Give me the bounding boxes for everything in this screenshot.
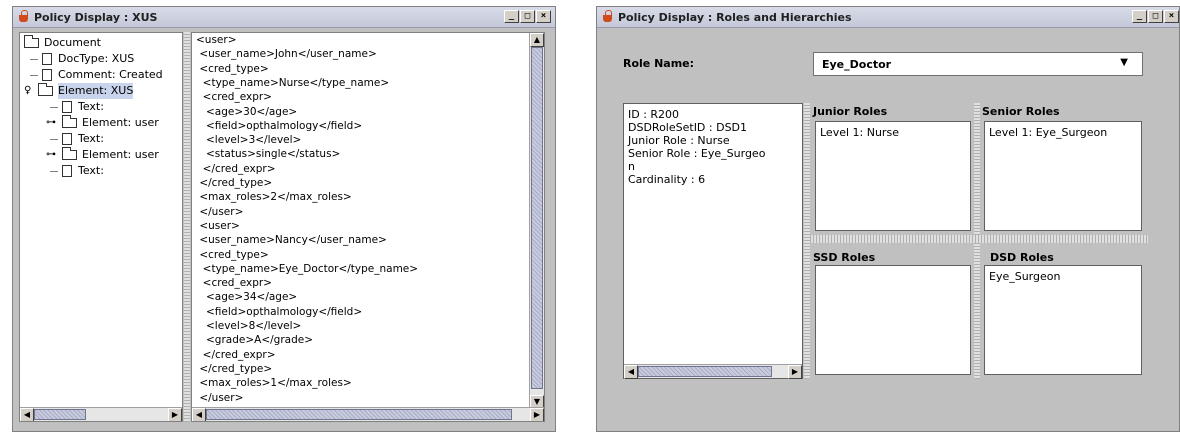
junior-roles-header: Junior Roles bbox=[813, 105, 888, 118]
folder-icon bbox=[62, 147, 77, 160]
xml-line: <type_name>Eye_Doctor</type_name> bbox=[196, 262, 419, 275]
document-tree-pane[interactable]: Document DocType: XUS Comment: Created ♀… bbox=[19, 32, 183, 422]
dsd-roles-header: DSD Roles bbox=[990, 251, 1054, 264]
junior-roles-list[interactable]: Level 1: Nurse bbox=[815, 121, 971, 231]
xml-line: <user_name>John</user_name> bbox=[196, 48, 377, 61]
xml-line: <cred_type> bbox=[196, 62, 269, 75]
xml-line: <max_roles>2</max_roles> bbox=[196, 191, 352, 204]
document-icon bbox=[42, 69, 52, 81]
document-icon bbox=[62, 165, 72, 177]
role-name-selected: Eye_Doctor bbox=[822, 58, 892, 71]
close-button[interactable]: × bbox=[536, 10, 551, 23]
chevron-down-icon[interactable]: ▼ bbox=[1120, 57, 1128, 68]
policy-display-xus-window: Policy Display : XUS _ □ × Document DocT… bbox=[12, 6, 556, 432]
xml-line: <status>single</status> bbox=[196, 148, 341, 161]
scroll-up-icon[interactable]: ▲ bbox=[530, 33, 544, 47]
xml-line: <level>3</level> bbox=[196, 134, 302, 147]
split-pane-divider[interactable] bbox=[184, 32, 190, 422]
xml-line: </cred_expr> bbox=[196, 348, 276, 361]
xml-line: <cred_expr> bbox=[196, 277, 272, 290]
expanded-handle-icon[interactable]: ♀ bbox=[24, 86, 31, 96]
details-horizontal-scrollbar[interactable]: ◀ ▶ bbox=[624, 364, 802, 379]
title-bar[interactable]: Policy Display : Roles and Hierarchies _… bbox=[597, 7, 1179, 28]
role-name-dropdown[interactable]: Eye_Doctor ▼ bbox=[813, 52, 1143, 76]
folder-icon bbox=[62, 115, 77, 128]
xml-line: <field>opthalmology</field> bbox=[196, 305, 363, 318]
scroll-right-icon[interactable]: ▶ bbox=[530, 408, 544, 421]
xml-line: <age>30</age> bbox=[196, 105, 298, 118]
window-title: Policy Display : Roles and Hierarchies bbox=[618, 10, 852, 24]
folder-icon bbox=[24, 35, 39, 48]
xml-line: <grade>A</grade> bbox=[196, 334, 314, 347]
maximize-button[interactable]: □ bbox=[520, 10, 535, 23]
split-pane-divider[interactable] bbox=[810, 235, 1148, 243]
xml-line: <type_name>Nurse</type_name> bbox=[196, 76, 390, 89]
list-item[interactable]: Level 1: Nurse bbox=[820, 126, 899, 139]
document-icon bbox=[42, 53, 52, 65]
list-item[interactable]: Eye_Surgeon bbox=[989, 270, 1060, 283]
xml-line: <max_roles>1</max_roles> bbox=[196, 377, 352, 390]
scroll-right-icon[interactable]: ▶ bbox=[788, 365, 802, 379]
scroll-thumb[interactable] bbox=[638, 366, 772, 377]
xml-line: <user_name>Nancy</user_name> bbox=[196, 234, 387, 247]
scroll-thumb[interactable] bbox=[34, 409, 86, 420]
policy-display-roles-window: Policy Display : Roles and Hierarchies _… bbox=[596, 6, 1180, 432]
scroll-left-icon[interactable]: ◀ bbox=[192, 408, 206, 421]
java-cup-icon bbox=[17, 10, 31, 24]
xml-line: <cred_type> bbox=[196, 248, 269, 261]
collapsed-handle-icon[interactable]: ⊶ bbox=[46, 118, 56, 128]
folder-icon bbox=[38, 83, 53, 96]
dsd-roles-list[interactable]: Eye_Surgeon bbox=[984, 265, 1142, 375]
role-name-label: Role Name: bbox=[623, 57, 695, 70]
xml-line: <user> bbox=[196, 34, 237, 46]
scroll-thumb[interactable] bbox=[206, 409, 512, 420]
xml-line: <age>34</age> bbox=[196, 291, 298, 304]
minimize-button[interactable]: _ bbox=[1132, 10, 1147, 23]
document-icon bbox=[62, 101, 72, 113]
close-button[interactable]: × bbox=[1164, 10, 1179, 23]
tree-horizontal-scrollbar[interactable]: ◀ ▶ bbox=[20, 407, 182, 421]
minimize-button[interactable]: _ bbox=[504, 10, 519, 23]
xml-line: </user> bbox=[196, 205, 244, 218]
xml-line: <cred_expr> bbox=[196, 91, 272, 104]
xml-line: </cred_type> bbox=[196, 362, 273, 375]
xml-line: </cred_type> bbox=[196, 177, 273, 189]
ssd-roles-list[interactable] bbox=[815, 265, 971, 375]
xml-vertical-scrollbar[interactable]: ▲ ▼ bbox=[529, 33, 544, 409]
senior-roles-list[interactable]: Level 1: Eye_Surgeon bbox=[984, 121, 1142, 231]
xml-line: </cred_expr> bbox=[196, 162, 276, 175]
senior-roles-header: Senior Roles bbox=[982, 105, 1060, 118]
scroll-left-icon[interactable]: ◀ bbox=[624, 365, 638, 379]
xml-source-pane[interactable]: <user> <user_name>John</user_name> <cred… bbox=[191, 32, 545, 422]
scroll-thumb[interactable] bbox=[531, 47, 543, 389]
document-icon bbox=[62, 133, 72, 145]
window-title: Policy Display : XUS bbox=[34, 10, 158, 24]
java-cup-icon bbox=[601, 10, 615, 24]
xml-line: </user> bbox=[196, 391, 244, 404]
list-item[interactable]: Level 1: Eye_Surgeon bbox=[989, 126, 1107, 139]
xml-line: <user> bbox=[196, 219, 240, 232]
maximize-button[interactable]: □ bbox=[1148, 10, 1163, 23]
role-details-list[interactable]: ID : R200 DSDRoleSetID : DSD1 Junior Rol… bbox=[623, 103, 803, 379]
xml-line: <field>opthalmology</field> bbox=[196, 119, 363, 132]
title-bar[interactable]: Policy Display : XUS _ □ × bbox=[13, 7, 555, 28]
collapsed-handle-icon[interactable]: ⊶ bbox=[46, 150, 56, 160]
xml-horizontal-scrollbar[interactable]: ◀ ▶ bbox=[192, 407, 544, 421]
role-details-text: ID : R200 DSDRoleSetID : DSD1 Junior Rol… bbox=[628, 108, 766, 186]
scroll-left-icon[interactable]: ◀ bbox=[20, 408, 34, 421]
xml-line: <level>8</level> bbox=[196, 320, 302, 332]
scroll-right-icon[interactable]: ▶ bbox=[168, 408, 182, 421]
ssd-roles-header: SSD Roles bbox=[813, 251, 876, 264]
